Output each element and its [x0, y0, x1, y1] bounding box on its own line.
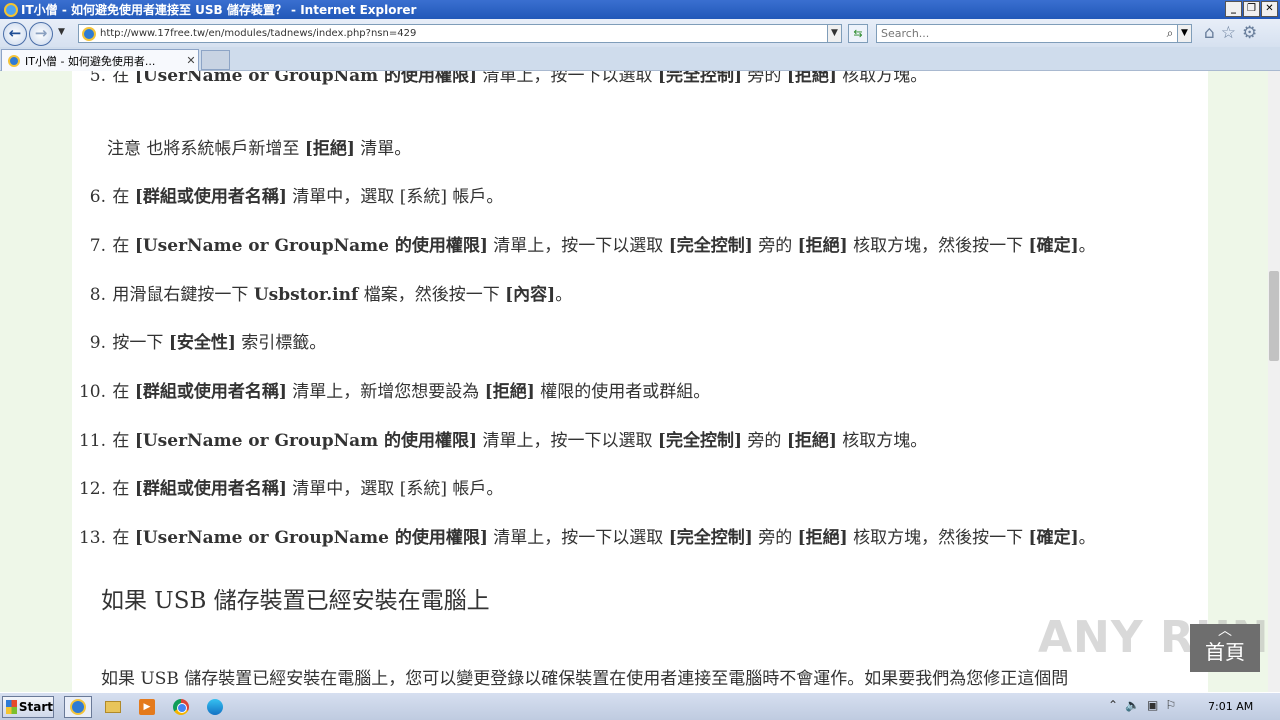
taskbar-ie-button[interactable]: [64, 696, 92, 718]
favorites-star-icon[interactable]: ☆: [1221, 23, 1236, 43]
paragraph-text: 如果 USB 儲存裝置已經安裝在電腦上，您可以變更登錄以確保裝置在使用者連接至電…: [101, 669, 1069, 689]
search-input[interactable]: [877, 25, 1163, 42]
tab-favicon-icon: [8, 54, 20, 67]
volume-icon[interactable]: 🔈: [1125, 698, 1140, 712]
taskbar-explorer-button[interactable]: [99, 696, 127, 718]
search-icon[interactable]: ⌕: [1163, 26, 1177, 41]
restore-button[interactable]: ❐: [1243, 1, 1260, 17]
list-item: 7. 在 [UserName or GroupName 的使用權限] 清單上，按…: [89, 236, 1096, 256]
internet-explorer-icon: [70, 699, 86, 715]
search-dropdown-icon[interactable]: ▼: [1177, 25, 1191, 42]
window-title: IT小僧 - 如何避免使用者連接至 USB 儲存裝置？ - Internet E…: [21, 3, 417, 17]
close-button[interactable]: ✕: [1261, 1, 1278, 17]
vertical-scrollbar[interactable]: [1268, 71, 1280, 692]
new-tab-button[interactable]: [201, 50, 230, 70]
address-dropdown-icon[interactable]: ▼: [827, 25, 841, 42]
windows-logo-icon: [6, 700, 17, 714]
chrome-icon: [173, 699, 189, 715]
taskbar-clock[interactable]: 7:01 AM: [1208, 700, 1253, 713]
refresh-button[interactable]: ⇆: [848, 24, 868, 43]
list-item: 10. 在 [群組或使用者名稱] 清單上，新增您想要設為 [拒絕] 權限的使用者…: [78, 382, 711, 402]
window-controls: _ ❐ ✕: [1225, 1, 1278, 17]
site-favicon-icon: [82, 26, 96, 41]
taskbar-chrome-button[interactable]: [167, 696, 195, 718]
taskbar-edge-button[interactable]: [201, 696, 229, 718]
note-text: 注意 也將系統帳戶新增至 [拒絕] 清單。: [107, 139, 412, 159]
scrollbar-thumb[interactable]: [1269, 271, 1279, 361]
toolbar-icons: ⌂ ☆ ⚙: [1204, 23, 1257, 43]
minimize-button[interactable]: _: [1225, 1, 1242, 17]
page-viewport: 5. 在 [UserName or GroupNam 的使用權限] 清單上，按一…: [0, 71, 1268, 692]
action-center-flag-icon[interactable]: ⚐: [1165, 698, 1176, 712]
tools-gear-icon[interactable]: ⚙: [1242, 23, 1257, 43]
edge-icon: [207, 699, 223, 715]
home-icon[interactable]: ⌂: [1204, 23, 1215, 43]
list-item: 12. 在 [群組或使用者名稱] 清單中，選取 [系統] 帳戶。: [78, 479, 504, 499]
start-button[interactable]: Start: [2, 696, 54, 718]
address-field[interactable]: http://www.17free.tw/en/modules/tadnews/…: [78, 24, 842, 43]
tab-label: IT小僧 - 如何避免使用者...: [25, 54, 156, 68]
media-player-icon: ▶: [139, 699, 155, 715]
tab-active[interactable]: IT小僧 - 如何避免使用者... ✕: [1, 49, 199, 71]
back-button[interactable]: ←: [3, 22, 27, 46]
article-body: 5. 在 [UserName or GroupNam 的使用權限] 清單上，按一…: [72, 71, 1208, 692]
navigation-bar: ← → ▼ http://www.17free.tw/en/modules/ta…: [0, 19, 1280, 47]
list-item: 11. 在 [UserName or GroupNam 的使用權限] 清單上，按…: [78, 431, 928, 451]
search-box: ⌕ ▼: [876, 24, 1192, 43]
taskbar-media-button[interactable]: ▶: [133, 696, 161, 718]
folder-icon: [105, 701, 121, 713]
tab-bar: IT小僧 - 如何避免使用者... ✕: [0, 47, 1280, 71]
list-item: 13. 在 [UserName or GroupName 的使用權限] 清單上，…: [78, 528, 1096, 548]
window-title-bar: IT小僧 - 如何避免使用者連接至 USB 儲存裝置？ - Internet E…: [0, 0, 1280, 19]
list-item: 9. 按一下 [安全性] 索引標籤。: [89, 333, 327, 353]
tab-close-icon[interactable]: ✕: [184, 54, 198, 67]
back-to-top-label: 首頁: [1205, 640, 1245, 664]
list-item: 8. 用滑鼠右鍵按一下 Usbstor.inf 檔案，然後按一下 [內容]。: [89, 285, 573, 305]
system-tray: ⌃ 🔈 ▣ ⚐: [1108, 698, 1176, 712]
section-heading: 如果 USB 儲存裝置已經安裝在電腦上: [101, 588, 490, 614]
list-item: 6. 在 [群組或使用者名稱] 清單中，選取 [系統] 帳戶。: [89, 187, 504, 207]
forward-button[interactable]: →: [29, 22, 53, 46]
url-text[interactable]: http://www.17free.tw/en/modules/tadnews/…: [100, 28, 827, 39]
tray-expand-icon[interactable]: ⌃: [1108, 698, 1118, 712]
recent-pages-dropdown[interactable]: ▼: [58, 27, 68, 37]
ie-logo-icon: [4, 2, 18, 17]
start-label: Start: [18, 700, 53, 714]
chevron-up-icon: ︿: [1218, 623, 1232, 639]
network-icon[interactable]: ▣: [1147, 698, 1158, 712]
list-item: 5. 在 [UserName or GroupNam 的使用權限] 清單上，按一…: [89, 71, 928, 86]
taskbar: Start ▶ ⌃ 🔈 ▣ ⚐ 7:01 AM: [0, 692, 1280, 720]
back-to-top-button[interactable]: ︿ 首頁: [1190, 624, 1260, 672]
